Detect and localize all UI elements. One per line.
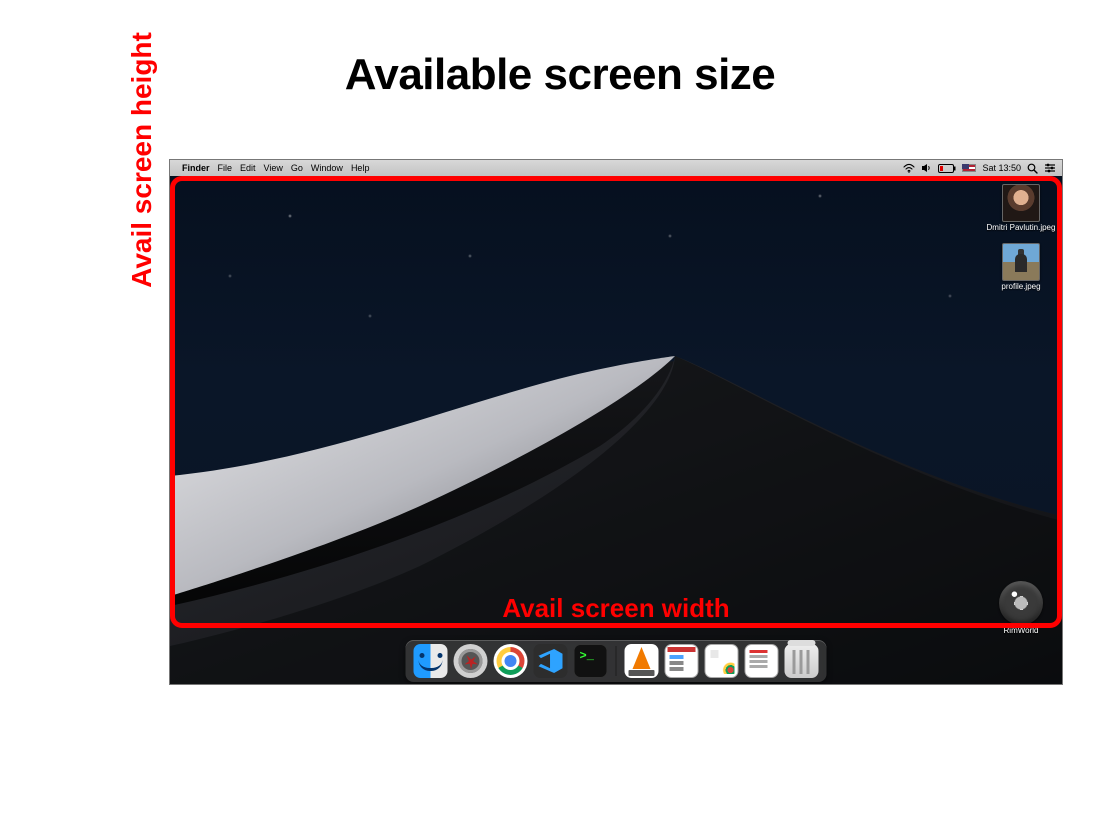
file-thumbnail-icon: [1002, 243, 1040, 281]
desktop-file-label: RimWorld: [1004, 627, 1039, 636]
dock-launchpad-icon[interactable]: [454, 644, 488, 678]
volume-icon[interactable]: [921, 163, 932, 173]
dock-vscode-icon[interactable]: [534, 644, 568, 678]
menubar-item-help[interactable]: Help: [351, 163, 370, 173]
menubar-item-go[interactable]: Go: [291, 163, 303, 173]
menubar-clock[interactable]: Sat 13:50: [982, 163, 1021, 173]
menubar-app-name[interactable]: Finder: [182, 163, 210, 173]
avail-width-label: Avail screen width: [502, 593, 729, 624]
desktop-file-label: profile.jpeg: [1001, 283, 1040, 292]
desktop-wallpaper[interactable]: Dmitri Pavlutin.jpeg profile.jpeg RimWor…: [170, 176, 1062, 684]
control-center-icon[interactable]: [1044, 163, 1056, 173]
dock-terminal-icon[interactable]: [574, 644, 608, 678]
menubar: Finder File Edit View Go Window Help Sat…: [170, 160, 1062, 176]
dock-vlc-icon[interactable]: [625, 644, 659, 678]
dock-trash-icon[interactable]: [785, 644, 819, 678]
steam-app-icon: [999, 581, 1043, 625]
desktop-file-profile[interactable]: profile.jpeg: [986, 243, 1056, 292]
battery-icon[interactable]: [938, 164, 956, 173]
macos-desktop: Finder File Edit View Go Window Help Sat…: [170, 160, 1062, 684]
dock-chrome-icon[interactable]: [494, 644, 528, 678]
dock-finder-icon[interactable]: [414, 644, 448, 678]
file-thumbnail-icon: [1002, 184, 1040, 222]
dock-minimized-window[interactable]: [665, 644, 699, 678]
desktop-file-label: Dmitri Pavlutin.jpeg: [987, 224, 1056, 233]
menubar-item-view[interactable]: View: [264, 163, 283, 173]
diagram-title: Available screen size: [0, 50, 1120, 100]
dock-minimized-window[interactable]: [705, 644, 739, 678]
dock-minimized-window[interactable]: [745, 644, 779, 678]
menubar-item-edit[interactable]: Edit: [240, 163, 256, 173]
desktop-app-rimworld[interactable]: RimWorld: [986, 581, 1056, 636]
menubar-item-file[interactable]: File: [218, 163, 233, 173]
dock-separator: [616, 646, 617, 676]
dock: [406, 640, 827, 682]
desktop-file-dmitri[interactable]: Dmitri Pavlutin.jpeg: [986, 184, 1056, 233]
avail-height-label: Avail screen height: [126, 32, 158, 288]
menubar-item-window[interactable]: Window: [311, 163, 343, 173]
wifi-icon[interactable]: [903, 163, 915, 173]
input-source-flag-icon[interactable]: [962, 164, 976, 172]
spotlight-icon[interactable]: [1027, 163, 1038, 174]
